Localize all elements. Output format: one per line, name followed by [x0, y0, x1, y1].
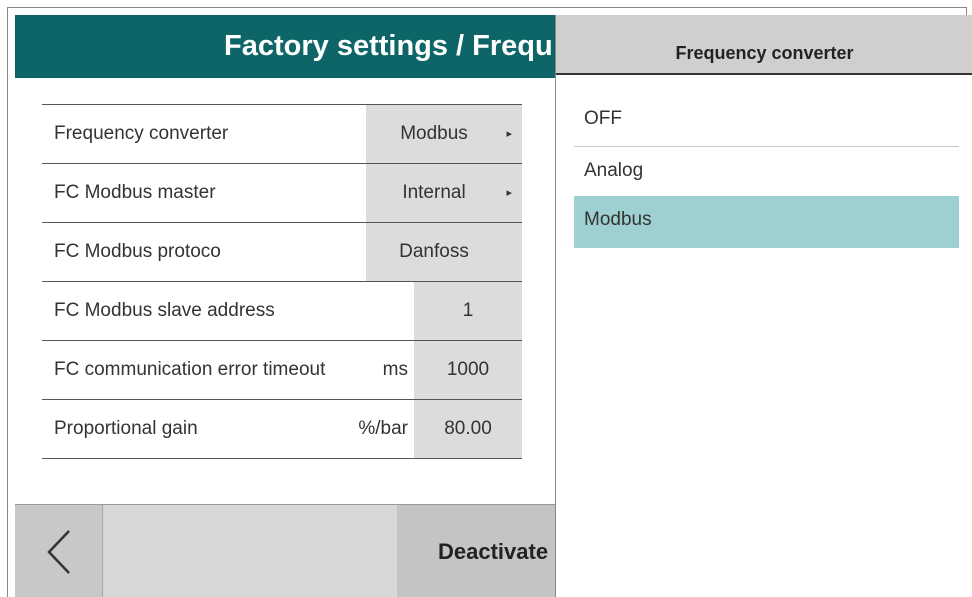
arrow-right-icon: ▸ [506, 187, 512, 199]
setting-unit: %/bar [358, 418, 408, 439]
settings-table: Frequency converter Modbus ▸ FC Modbus m… [42, 104, 522, 459]
option-label: Modbus [584, 209, 652, 230]
setting-label: FC Modbus protoco [54, 241, 221, 262]
setting-row-modbus-master: FC Modbus master Internal ▸ [42, 164, 522, 223]
setting-value: Modbus [400, 123, 468, 144]
setting-row-frequency-converter: Frequency converter Modbus ▸ [42, 105, 522, 164]
setting-value: Internal [402, 182, 466, 203]
dropdown-title: Frequency converter [675, 43, 854, 63]
dropdown-header: Frequency converter [556, 15, 972, 75]
footer-spacer [104, 505, 397, 597]
setting-unit: ms [382, 359, 408, 380]
option-off[interactable]: OFF [574, 95, 959, 147]
setting-row-proportional-gain: Proportional gain %/bar 80.00 [42, 400, 522, 459]
back-button[interactable] [15, 505, 103, 597]
setting-label: FC communication error timeout [54, 359, 326, 380]
setting-value: 80.00 [444, 418, 492, 439]
setting-value: 1000 [446, 359, 490, 380]
deactivate-label: Deactivate [438, 539, 549, 564]
option-analog[interactable]: Analog [574, 147, 959, 199]
modbus-protocol-value[interactable]: Danfoss [366, 223, 522, 281]
setting-label: FC Modbus slave address [54, 300, 275, 321]
error-timeout-field[interactable]: 1000 [414, 341, 522, 399]
proportional-gain-field[interactable]: 80.00 [414, 400, 522, 458]
option-label: OFF [584, 108, 622, 129]
setting-label: FC Modbus master [54, 182, 216, 203]
frequency-converter-dropdown: Frequency converter OFF Analog Modbus [555, 15, 972, 597]
setting-row-error-timeout: FC communication error timeout ms 1000 [42, 341, 522, 400]
setting-label: Proportional gain [54, 418, 198, 439]
frequency-converter-select[interactable]: Modbus ▸ [366, 105, 522, 163]
setting-row-slave-address: FC Modbus slave address 1 [42, 282, 522, 341]
setting-row-modbus-protocol: FC Modbus protoco Danfoss [42, 223, 522, 282]
setting-value: Danfoss [399, 241, 469, 262]
chevron-left-icon [47, 530, 70, 574]
modbus-master-select[interactable]: Internal ▸ [366, 164, 522, 222]
slave-address-field[interactable]: 1 [414, 282, 522, 340]
option-modbus[interactable]: Modbus [574, 196, 959, 248]
arrow-right-icon: ▸ [506, 128, 512, 140]
setting-label: Frequency converter [54, 123, 229, 144]
option-label: Analog [584, 160, 644, 181]
setting-value: 1 [462, 300, 474, 321]
